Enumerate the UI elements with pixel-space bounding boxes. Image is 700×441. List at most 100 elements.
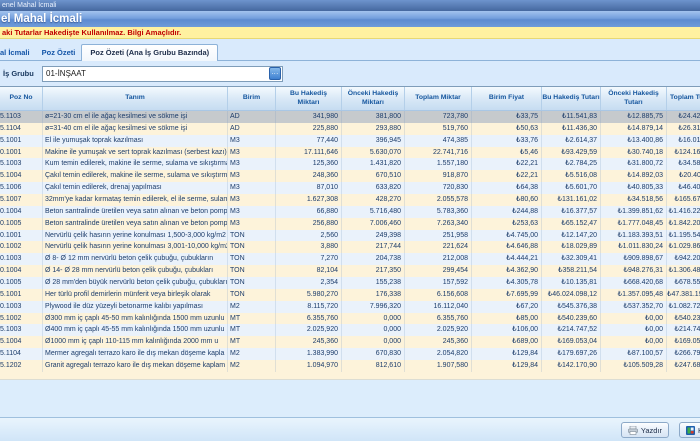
- table-row[interactable]: 5.1004Çakıl temin edilerek, makine ile s…: [0, 170, 700, 182]
- cell-birim: M3: [228, 206, 276, 218]
- cell-birim-fiyat: ₺22,21: [472, 158, 542, 170]
- table-row[interactable]: 5.1103ø=21-30 cm el ile ağaç kesilmesi v…: [0, 111, 700, 123]
- table-row[interactable]: 5.1002Ø300 mm iç çaplı 45-50 mm kalınlığ…: [0, 313, 700, 325]
- cell-birim: M3: [228, 182, 276, 194]
- table-row[interactable]: 0.1002Nervürlü çelik hasırın yerine konu…: [0, 241, 700, 253]
- cell-bu-hakedis-tutari: ₺2.614,37: [542, 135, 601, 147]
- column-header-poz-no[interactable]: Poz No: [0, 87, 43, 110]
- table-row[interactable]: 0.1004Ø 14- Ø 28 mm nervürlü beton çelik…: [0, 265, 700, 277]
- cell-bu-hakedis-miktari: 8.115,720: [276, 301, 342, 313]
- cell-onceki-hakedis-tutari: ₺537.352,70: [601, 301, 667, 313]
- tab-poz-ozeti[interactable]: Poz Özeti: [36, 46, 82, 61]
- table-row[interactable]: 0.1005Beton santralinde üretilen veya sa…: [0, 218, 700, 230]
- window-title: enel Mahal İcmali: [2, 2, 56, 9]
- table-row[interactable]: 5.1003Ø400 mm iç çaplı 45-55 mm kalınlığ…: [0, 324, 700, 336]
- print-button[interactable]: Yazdır: [621, 422, 669, 438]
- cell-toplam-tutari: ₺247.680,18: [667, 360, 700, 372]
- cell-birim: TON: [228, 230, 276, 242]
- cell-birim: M2: [228, 301, 276, 313]
- table-row[interactable]: 0.1001Nervürlü çelik hasırın yerine konu…: [0, 230, 700, 242]
- cell-bu-hakedis-miktari: 1.627,308: [276, 194, 342, 206]
- cell-birim-fiyat: ₺4.362,90: [472, 265, 542, 277]
- cell-bu-hakedis-tutari: ₺214.747,52: [542, 324, 601, 336]
- cell-bu-hakedis-miktari: 2.025,920: [276, 324, 342, 336]
- table-row[interactable]: 5.100732mm'ye kadar kırmataş temin edile…: [0, 194, 700, 206]
- cell-bu-hakedis-tutari: ₺11.541,83: [542, 111, 601, 123]
- warning-bar: aki Tutarlar Hakedişte Kullanılmaz. Bilg…: [0, 27, 700, 39]
- cell-bu-hakedis-miktari: 1.383,990: [276, 348, 342, 360]
- cell-birim: MT: [228, 336, 276, 348]
- tab-poz-ozeti-ana-is-grubu[interactable]: Poz Özeti (Ana İş Grubu Bazında): [81, 44, 218, 62]
- column-header-bu-hakedis-tutari[interactable]: Bu Hakediş Tutarı: [542, 87, 601, 110]
- cell-toplam-miktar: 212,008: [405, 253, 472, 265]
- cell-onceki-hakedis-miktari: 812,610: [342, 360, 405, 372]
- cell-poz-no: 5.1004: [0, 170, 43, 182]
- cell-onceki-hakedis-tutari: ₺0,00: [601, 324, 667, 336]
- cell-bu-hakedis-miktari: 341,980: [276, 111, 342, 123]
- table-row[interactable]: 5.1006Çakıl temin edilerek, drenaj yapıl…: [0, 182, 700, 194]
- column-header-toplam-tutari[interactable]: Toplam Tutarı: [667, 87, 700, 110]
- cell-birim: MT: [228, 324, 276, 336]
- tab-mahal-icmali[interactable]: al İcmali: [0, 46, 36, 61]
- cell-toplam-miktar: 1.907,580: [405, 360, 472, 372]
- cell-birim-fiyat: ₺106,00: [472, 324, 542, 336]
- cell-bu-hakedis-tutari: ₺12.147,20: [542, 230, 601, 242]
- table-row[interactable]: 5.1202Granit agregalı terrazo karo ile d…: [0, 360, 700, 372]
- table-row[interactable]: 5.1001Her türlü profil demirlerin münfer…: [0, 289, 700, 301]
- cell-poz-no: 5.1001: [0, 135, 43, 147]
- cell-birim-fiyat: ₺4.444,21: [472, 253, 542, 265]
- cell-toplam-miktar: 6.156,608: [405, 289, 472, 301]
- cell-toplam-miktar: 2.025,920: [405, 324, 472, 336]
- column-header-onceki-hakedis-tutari[interactable]: Önceki Hakediş Tutarı: [601, 87, 667, 110]
- cell-toplam-tutari: ₺165.679,58: [667, 194, 700, 206]
- cell-bu-hakedis-tutari: ₺540.239,60: [542, 313, 601, 325]
- table-row[interactable]: 5.1004Ø1000 mm iç çaplı 110-115 mm kalın…: [0, 336, 700, 348]
- cell-birim-fiyat: ₺129,84: [472, 348, 542, 360]
- table-row[interactable]: 5.1104Mermer agregalı terrazo karo ile d…: [0, 348, 700, 360]
- cell-bu-hakedis-tutari: ₺2.784,25: [542, 158, 601, 170]
- cell-poz-no: 0.1004: [0, 265, 43, 277]
- cell-tanim: Ø 8- Ø 12 mm nervürlü beton çelik çubuğu…: [43, 253, 228, 265]
- cell-toplam-tutari: ₺1.082.729,08: [667, 301, 700, 313]
- cell-bu-hakedis-miktari: 77,440: [276, 135, 342, 147]
- combo-dropdown-button[interactable]: ...: [269, 67, 281, 80]
- cell-toplam-tutari: ₺47.381.193,60: [667, 289, 700, 301]
- cell-bu-hakedis-miktari: 7,270: [276, 253, 342, 265]
- cell-poz-no: 5.1006: [0, 182, 43, 194]
- cell-bu-hakedis-miktari: 248,360: [276, 170, 342, 182]
- table-row[interactable]: 5.1104ø=31-40 cm el ile ağaç kesilmesi v…: [0, 123, 700, 135]
- cell-birim: M2: [228, 348, 276, 360]
- cell-bu-hakedis-miktari: 245,360: [276, 336, 342, 348]
- cell-onceki-hakedis-tutari: ₺948.276,31: [601, 265, 667, 277]
- table-row[interactable]: 5.1001El ile yumuşak toprak kazılmasıM37…: [0, 135, 700, 147]
- cell-birim-fiyat: ₺80,60: [472, 194, 542, 206]
- cell-birim: TON: [228, 277, 276, 289]
- cell-onceki-hakedis-miktari: 7.996,320: [342, 301, 405, 313]
- table-row[interactable]: 0.1003Plywood ile düz yüzeyli betonarme …: [0, 301, 700, 313]
- column-header-bu-hakedis-miktari[interactable]: Bu Hakediş Miktarı: [276, 87, 342, 110]
- column-header-birim[interactable]: Birim: [228, 87, 276, 110]
- cell-tanim: Beton santralinde üretilen veya satın al…: [43, 218, 228, 230]
- cell-birim-fiyat: ₺4.646,88: [472, 241, 542, 253]
- column-header-birim-fiyat[interactable]: Birim Fiyat: [472, 87, 542, 110]
- table-row[interactable]: 0.1001Makine ile yumuşak ve sert toprak …: [0, 147, 700, 159]
- is-grubu-combo[interactable]: 01-İNŞAAT ...: [42, 66, 283, 82]
- cell-onceki-hakedis-tutari: ₺34.518,56: [601, 194, 667, 206]
- table-row[interactable]: 0.1004Beton santralinde üretilen veya sa…: [0, 206, 700, 218]
- cell-bu-hakedis-miktari: 6.355,760: [276, 313, 342, 325]
- table-row[interactable]: 5.1003Kum temin edilerek, makine ile ser…: [0, 158, 700, 170]
- cell-toplam-miktar: 474,385: [405, 135, 472, 147]
- table-row[interactable]: 0.1005Ø 28 mm'den büyük nervürlü beton ç…: [0, 277, 700, 289]
- cell-toplam-miktar: 2.054,820: [405, 348, 472, 360]
- cell-tanim: Ø300 mm iç çaplı 45-50 mm kalınlığında 1…: [43, 313, 228, 325]
- cell-onceki-hakedis-miktari: 249,398: [342, 230, 405, 242]
- close-button[interactable]: Kapat: [679, 422, 700, 438]
- table-row[interactable]: 0.1003Ø 8- Ø 12 mm nervürlü beton çelik …: [0, 253, 700, 265]
- cell-tanim: Nervürlü çelik hasırın yerine konulması …: [43, 230, 228, 242]
- column-header-toplam-miktar[interactable]: Toplam Miktar: [405, 87, 472, 110]
- cell-bu-hakedis-tutari: ₺5.601,70: [542, 182, 601, 194]
- cell-birim: M3: [228, 194, 276, 206]
- column-header-tanim[interactable]: Tanım: [43, 87, 228, 110]
- column-header-onceki-hakedis-miktari[interactable]: Önceki Hakediş Miktarı: [342, 87, 405, 110]
- cell-bu-hakedis-tutari: ₺65.152,47: [542, 218, 601, 230]
